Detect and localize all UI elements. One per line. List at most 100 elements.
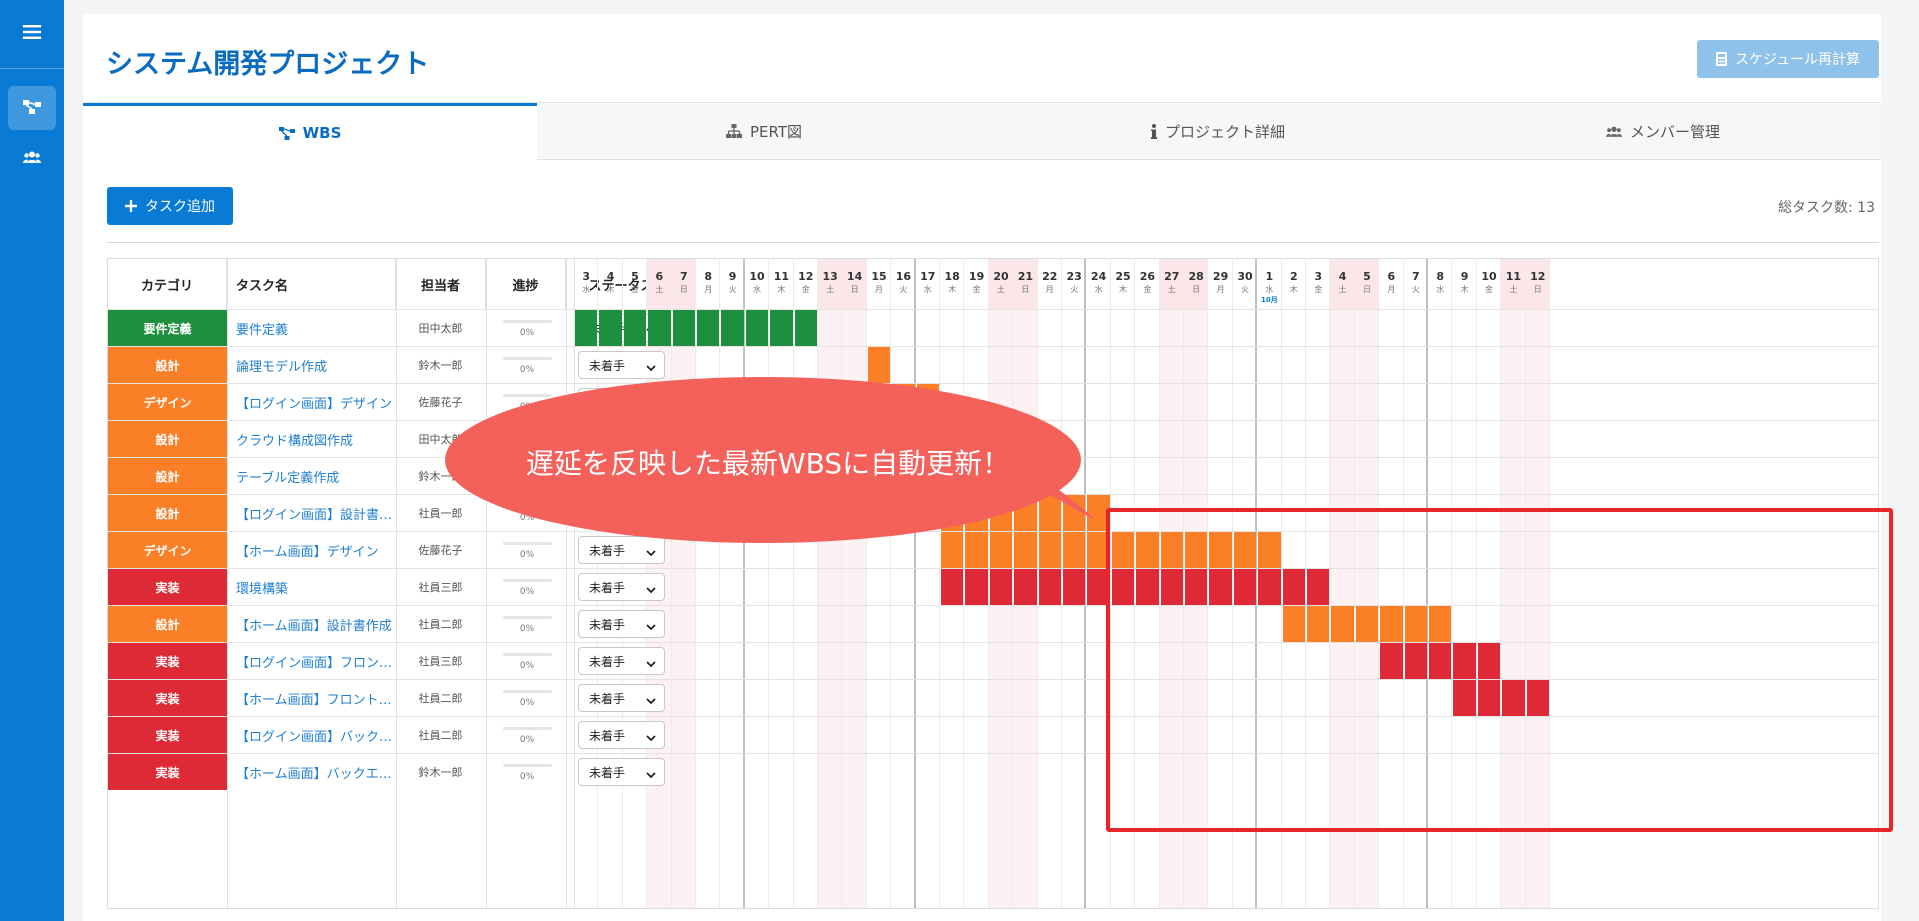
date-weekday: 水 [1436, 285, 1445, 294]
gantt-bar-cell [648, 310, 671, 346]
date-number: 4 [606, 270, 615, 283]
task-name-link[interactable]: 【ホーム画面】バックエンド実装 [236, 754, 396, 790]
add-task-button[interactable]: タスク追加 [107, 187, 233, 225]
status-select[interactable]: 未着手 [578, 721, 665, 749]
date-number: 29 [1212, 270, 1229, 283]
date-header: 25 木 [1111, 259, 1135, 309]
progress-text: 0% [519, 661, 535, 671]
date-weekday: 火 [1240, 285, 1249, 294]
date-header: 9火 [720, 259, 744, 309]
category-badge: 設計 [108, 421, 227, 457]
date-header: 13 土 [818, 259, 843, 309]
recalc-schedule-button[interactable]: スケジュール再計算 [1697, 40, 1879, 78]
assignee: 鈴木一郎 [418, 766, 463, 779]
calculator-icon [1715, 52, 1727, 66]
date-weekday: 土 [826, 285, 835, 294]
users-icon [23, 148, 41, 167]
task-name-link[interactable]: 【ログイン画面】デザイン [236, 384, 396, 420]
status-select[interactable]: 未着手 [578, 647, 665, 675]
date-header: 27 土 [1159, 259, 1184, 309]
task-name: 【ホーム画面】フロントエンド実装 [236, 692, 396, 708]
task-name: 【ホーム画面】デザイン [236, 544, 379, 560]
progress-text: 0% [519, 735, 535, 745]
progress-bar [503, 579, 552, 582]
task-name-link[interactable]: テーブル定義作成 [236, 458, 396, 494]
gantt-bar-cell [1038, 569, 1061, 605]
chevron-down-icon [646, 583, 656, 597]
date-header: 21 日 [1013, 259, 1038, 309]
info-icon [1150, 123, 1157, 139]
task-name-link[interactable]: 【ホーム画面】デザイン [236, 532, 396, 568]
date-weekday: 日 [1362, 285, 1371, 294]
sidebar [0, 0, 64, 921]
task-name-link[interactable]: クラウド構成図作成 [236, 421, 396, 457]
progress-text: 0% [519, 624, 535, 634]
gantt-bar-cell [965, 569, 988, 605]
sidebar-item-members[interactable] [8, 135, 56, 179]
sidebar-item-wbs[interactable] [8, 86, 56, 130]
date-number: 24 [1090, 270, 1107, 283]
date-weekday: 月 [704, 285, 713, 294]
date-header: 14 日 [842, 259, 867, 309]
category-badge: 要件定義 [108, 310, 227, 346]
menu-icon[interactable] [0, 0, 64, 64]
tab-pert[interactable]: PERT図 [537, 103, 991, 159]
network-icon [725, 124, 742, 138]
category-badge: 実装 [108, 643, 227, 679]
date-header: 10 水 [745, 259, 769, 309]
date-header: 5日 [1354, 259, 1380, 309]
assignee: 社員二郎 [418, 618, 463, 631]
status-select[interactable]: 未着手 [578, 684, 665, 712]
date-number: 23 [1066, 270, 1082, 283]
task-name-link[interactable]: 【ホーム画面】設計書作成 [236, 606, 396, 642]
tab-project-details[interactable]: プロジェクト詳細 [991, 103, 1445, 159]
date-number: 16 [895, 270, 912, 283]
task-name-link[interactable]: 【ログイン画面】フロントエンド実装 [236, 643, 396, 679]
progress-bar [503, 320, 552, 323]
divider [107, 242, 1879, 243]
date-number: 22 [1042, 270, 1058, 283]
date-number: 30 [1237, 270, 1253, 283]
category-badge: デザイン [108, 384, 227, 420]
task-name: クラウド構成図作成 [236, 433, 354, 449]
date-number: 9 [1460, 270, 1469, 283]
status-select[interactable]: 未着手 [578, 610, 665, 638]
task-name-link[interactable]: 要件定義 [236, 310, 396, 346]
date-weekday: 土 [1167, 285, 1176, 294]
status-value: 未着手 [589, 691, 626, 706]
date-weekday: 金 [1484, 285, 1493, 294]
progress-cell: 0% [488, 717, 566, 753]
status-select[interactable]: 未着手 [578, 758, 665, 786]
status-select[interactable]: 未着手 [578, 573, 665, 601]
date-header: 8水 [1428, 259, 1452, 309]
date-number: 8 [1436, 270, 1445, 283]
date-header: 12 日 [1525, 259, 1550, 309]
date-number: 2 [1289, 270, 1298, 283]
tab-wbs[interactable]: WBS [83, 103, 537, 160]
date-header: 15 月 [867, 259, 891, 309]
progress-bar [503, 764, 552, 767]
task-name: 【ホーム画面】設計書作成 [236, 618, 392, 634]
task-name-link[interactable]: 論理モデル作成 [236, 347, 396, 383]
task-name: テーブル定義作成 [236, 470, 340, 486]
date-header: 11 土 [1501, 259, 1526, 309]
task-name-link[interactable]: 【ログイン画面】設計書作成 [236, 495, 396, 531]
date-weekday: 土 [1338, 285, 1347, 294]
progress-text: 0% [519, 328, 535, 338]
task-name-link[interactable]: 【ホーム画面】フロントエンド実装 [236, 680, 396, 716]
date-number: 26 [1139, 270, 1156, 283]
tab-member-management[interactable]: メンバー管理 [1445, 103, 1881, 159]
task-name-link[interactable]: 【ログイン画面】バックエンド実装 [236, 717, 396, 753]
task-name-link[interactable]: 環境構築 [236, 569, 396, 605]
date-weekday: 木 [948, 285, 957, 294]
progress-text: 0% [519, 587, 535, 597]
task-name: 【ログイン画面】フロントエンド実装 [236, 655, 396, 671]
date-number: 3 [1314, 270, 1323, 283]
gantt-bar-cell [941, 569, 964, 605]
users-icon [1605, 126, 1622, 137]
date-number: 5 [631, 270, 639, 283]
status-value: 未着手 [589, 654, 626, 669]
status-value: 未着手 [589, 358, 626, 373]
gantt-bar-cell [770, 310, 793, 346]
date-weekday: 土 [996, 285, 1005, 294]
